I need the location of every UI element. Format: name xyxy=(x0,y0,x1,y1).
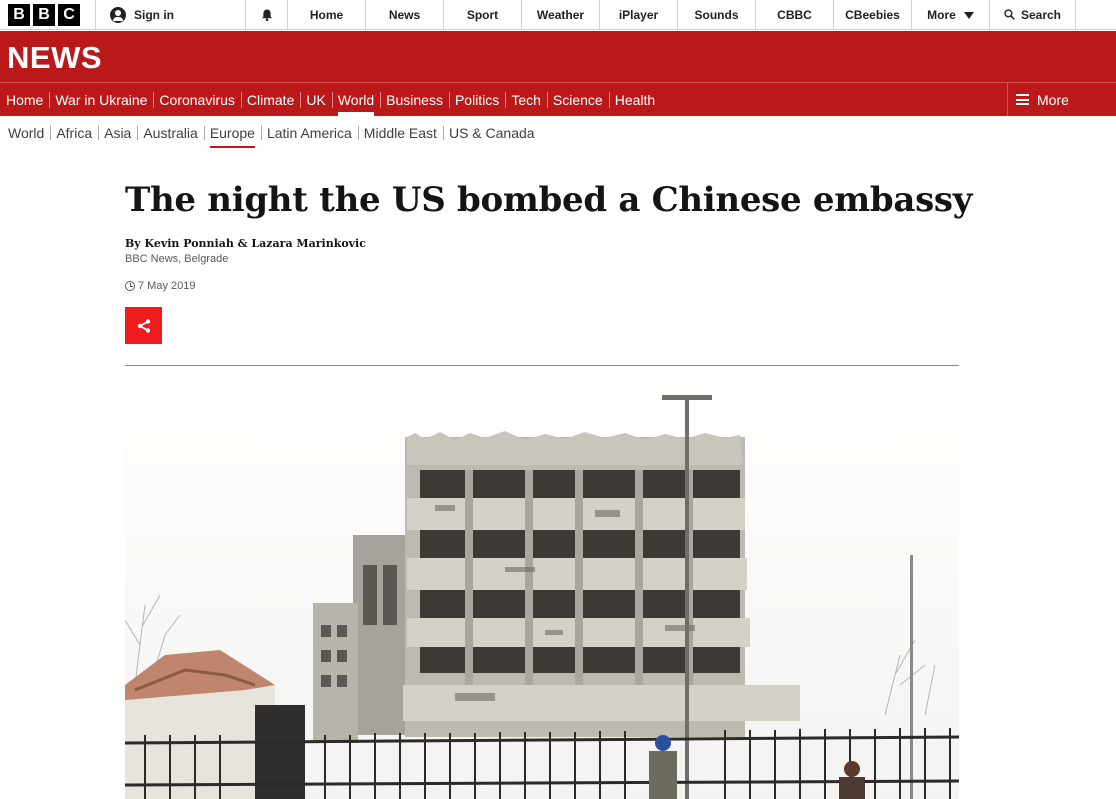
nav-item-business[interactable]: Business xyxy=(380,83,449,116)
nav-item-war-in-ukraine[interactable]: War in Ukraine xyxy=(49,83,153,116)
sign-in-link[interactable]: Sign in xyxy=(96,0,246,29)
subnav-item-us-canada[interactable]: US & Canada xyxy=(442,118,541,148)
global-nav-sport[interactable]: Sport xyxy=(444,0,522,30)
nav-more-label: More xyxy=(1037,91,1069,108)
nav-more-button[interactable]: More xyxy=(1007,83,1116,116)
article-date: 7 May 2019 xyxy=(138,280,196,292)
global-nav-weather[interactable]: Weather xyxy=(522,0,600,30)
nav-item-health[interactable]: Health xyxy=(608,83,661,116)
nav-item-uk[interactable]: UK xyxy=(300,83,331,116)
subnav-item-africa[interactable]: Africa xyxy=(50,118,98,148)
nav-item-climate[interactable]: Climate xyxy=(240,83,300,116)
global-nav-links: Home News Sport Weather iPlayer Sounds C… xyxy=(288,0,990,30)
global-nav-more[interactable]: More xyxy=(912,0,990,30)
search-label: Search xyxy=(1020,7,1061,22)
sign-in-label: Sign in xyxy=(134,7,174,22)
news-nav: Home War in Ukraine Coronavirus Climate … xyxy=(0,82,1116,116)
subnav-item-middle-east[interactable]: Middle East xyxy=(357,118,443,148)
article-byline: By Kevin Ponniah & Lazara Marinkovic xyxy=(125,237,366,250)
bell-icon xyxy=(261,9,272,21)
subnav-item-australia[interactable]: Australia xyxy=(137,118,203,148)
global-nav-news[interactable]: News xyxy=(366,0,444,30)
share-icon xyxy=(137,318,150,333)
subnav-item-latin-america[interactable]: Latin America xyxy=(260,118,358,148)
global-nav-home[interactable]: Home xyxy=(288,0,366,30)
share-button[interactable] xyxy=(125,307,162,344)
nav-item-science[interactable]: Science xyxy=(546,83,609,116)
notifications-button[interactable] xyxy=(246,0,288,29)
news-logo[interactable]: NEWS xyxy=(7,40,102,76)
news-banner: NEWS xyxy=(0,31,1116,82)
global-nav-cbeebies[interactable]: CBeebies xyxy=(834,0,912,30)
logo-letter: C xyxy=(58,3,80,26)
subnav-item-world[interactable]: World xyxy=(2,118,50,148)
nav-item-coronavirus[interactable]: Coronavirus xyxy=(153,83,240,116)
nav-item-tech[interactable]: Tech xyxy=(505,83,547,116)
user-icon xyxy=(110,6,126,23)
search-icon xyxy=(1004,9,1015,20)
clock-icon xyxy=(125,281,135,291)
nav-item-politics[interactable]: Politics xyxy=(448,83,505,116)
world-sub-nav: World Africa Asia Australia Europe Latin… xyxy=(0,117,541,149)
nav-item-home[interactable]: Home xyxy=(0,83,49,116)
article-timestamp: 7 May 2019 xyxy=(125,280,195,292)
logo-letter: B xyxy=(33,3,55,26)
lead-image xyxy=(125,385,959,799)
logo-letter: B xyxy=(8,3,30,26)
global-nav-iplayer[interactable]: iPlayer xyxy=(600,0,678,30)
hamburger-icon xyxy=(1016,94,1029,105)
global-nav: B B C Sign in Home News Sport Weather iP… xyxy=(0,0,1116,30)
global-nav-sounds[interactable]: Sounds xyxy=(678,0,756,30)
header-divider xyxy=(125,365,959,366)
bbc-logo[interactable]: B B C xyxy=(0,0,96,29)
article-headline: The night the US bombed a Chinese embass… xyxy=(125,180,973,220)
global-nav-more-label: More xyxy=(927,8,956,22)
subnav-item-europe[interactable]: Europe xyxy=(203,118,261,148)
nav-item-world[interactable]: World xyxy=(331,83,380,116)
subnav-item-asia[interactable]: Asia xyxy=(98,118,137,148)
global-nav-cbbc[interactable]: CBBC xyxy=(756,0,834,30)
search-link[interactable]: Search xyxy=(990,0,1076,29)
article-byline-location: BBC News, Belgrade xyxy=(125,253,229,265)
caret-down-icon xyxy=(963,11,974,19)
